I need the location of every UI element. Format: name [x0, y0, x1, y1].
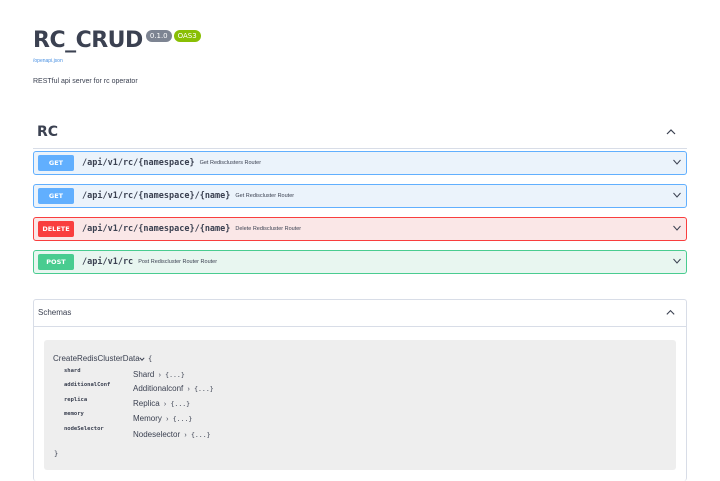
method-badge: POST	[38, 254, 74, 270]
collapsed-object: {...}	[190, 431, 211, 439]
property-type[interactable]: Memory › {...}	[133, 414, 192, 423]
operation-path: /api/v1/rc/{namespace}/{name}	[82, 224, 231, 234]
type-name: Memory	[133, 414, 162, 423]
type-name: Shard	[133, 370, 155, 379]
operation-delete-rediscluster[interactable]: DELETE /api/v1/rc/{namespace}/{name} Del…	[33, 217, 687, 241]
property-type[interactable]: Nodeselector › {...}	[133, 430, 211, 439]
chevron-up-icon[interactable]	[665, 126, 677, 138]
collapsed-object: {...}	[170, 400, 191, 408]
section-title: RC	[37, 124, 59, 140]
schemas-section: Schemas CreateRedisClusterData { shard S…	[33, 299, 687, 481]
operation-path: /api/v1/rc	[82, 257, 134, 267]
operation-get-rediscluster[interactable]: GET /api/v1/rc/{namespace}/{name} Get Re…	[33, 184, 687, 208]
close-brace: }	[54, 450, 59, 458]
method-badge: GET	[38, 155, 74, 171]
model-box: CreateRedisClusterData { shard Shard › {…	[44, 340, 676, 470]
chevron-right-icon: ›	[187, 386, 190, 393]
schemas-title: Schemas	[38, 308, 72, 317]
version-badge: 0.1.0	[145, 30, 172, 42]
property-name: additionalConf	[64, 382, 111, 388]
type-name: Additionalconf	[133, 384, 184, 393]
operation-post-rediscluster[interactable]: POST /api/v1/rc Post Rediscluster Router…	[33, 250, 687, 274]
operation-path: /api/v1/rc/{namespace}	[82, 158, 195, 168]
tag-section-header-rc[interactable]: RC	[33, 118, 687, 149]
type-name: Nodeselector	[133, 430, 181, 439]
openapi-json-link[interactable]: /openapi.json	[33, 58, 63, 64]
chevron-right-icon: ›	[184, 432, 187, 439]
chevron-down-icon[interactable]	[672, 190, 682, 200]
chevron-down-icon[interactable]	[672, 256, 682, 266]
collapsed-object: {...}	[172, 415, 193, 423]
method-badge: GET	[38, 188, 74, 204]
type-name: Replica	[133, 399, 160, 408]
chevron-down-icon[interactable]	[672, 157, 682, 167]
chevron-right-icon: ›	[166, 416, 169, 423]
operation-get-redisclusters[interactable]: GET /api/v1/rc/{namespace} Get Redisclus…	[33, 151, 687, 175]
property-name: replica	[64, 397, 88, 403]
operation-summary: Post Rediscluster Router Router	[138, 259, 218, 265]
property-name: nodeSelector	[64, 426, 104, 432]
api-description: RESTful api server for rc operator	[33, 78, 138, 85]
method-badge: DELETE	[38, 221, 74, 237]
model-name[interactable]: CreateRedisClusterData	[53, 354, 140, 363]
chevron-right-icon: ›	[163, 401, 167, 408]
chevron-down-icon[interactable]	[672, 223, 682, 233]
title-row: RC_CRUD 0.1.0 OAS3	[33, 28, 201, 53]
property-type[interactable]: Shard › {...}	[133, 370, 185, 379]
schemas-header[interactable]: Schemas	[34, 300, 686, 327]
property-name: memory	[64, 411, 84, 417]
property-type[interactable]: Additionalconf › {...}	[133, 384, 214, 393]
property-name: shard	[64, 368, 81, 374]
page-title: RC_CRUD	[33, 28, 143, 53]
chevron-up-icon[interactable]	[665, 307, 676, 318]
operation-summary: Get Rediscluster Router	[235, 193, 295, 199]
chevron-down-icon[interactable]	[139, 356, 145, 362]
operation-path: /api/v1/rc/{namespace}/{name}	[82, 191, 231, 201]
operation-summary: Delete Rediscluster Router	[235, 226, 302, 232]
operation-summary: Get Redisclusters Router	[199, 160, 262, 166]
collapsed-object: {...}	[165, 371, 185, 379]
oas-badge: OAS3	[173, 30, 201, 42]
collapsed-object: {...}	[194, 385, 214, 393]
chevron-right-icon: ›	[158, 372, 161, 379]
property-type[interactable]: Replica › {...}	[133, 399, 190, 408]
open-brace: {	[148, 355, 153, 363]
